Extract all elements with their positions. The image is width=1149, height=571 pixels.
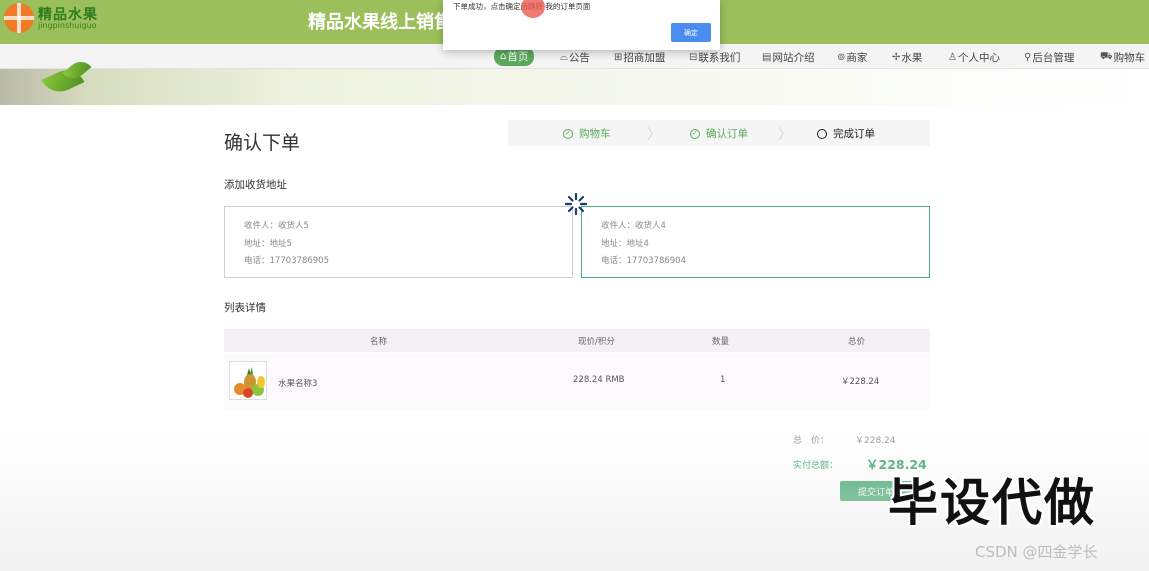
cursor-highlight	[521, 0, 545, 18]
fruit-icon: ✢	[892, 51, 901, 63]
nav-item-cart[interactable]: ⛟ 购物车	[1100, 48, 1145, 66]
product-total: ￥228.24	[841, 377, 880, 387]
orange-logo-icon	[4, 3, 34, 33]
product-quantity: 1	[720, 375, 726, 385]
shop-icon: ⊚	[837, 51, 846, 63]
address-receiver: 收件人：收货人4	[601, 221, 666, 231]
nav-item-user-center[interactable]: ♙ 个人中心	[948, 48, 1000, 66]
dialog-ok-button[interactable]: 确定	[671, 23, 711, 42]
banner-image	[0, 56, 1149, 105]
address-section-title: 添加收货地址	[224, 179, 287, 191]
nav-item-merchant[interactable]: ⊚ 商家	[837, 48, 867, 66]
link-icon: ⚲	[1024, 51, 1032, 63]
address-detail: 地址：地址5	[244, 238, 292, 249]
check-icon: ✓	[690, 128, 700, 139]
home-icon: ⌂	[500, 51, 507, 62]
chevron-right-icon: 〉	[647, 127, 661, 143]
nav-label: 公告	[568, 51, 590, 64]
nav-label: 网站介绍	[772, 51, 815, 64]
address-phone: 电话：17703786905	[244, 256, 329, 266]
address-phone: 电话：17703786904	[601, 256, 686, 266]
nav-item-franchise[interactable]: ⊞ 招商加盟	[614, 48, 665, 66]
site-logo[interactable]: 精品水果 jingpinshuiguo	[2, 2, 112, 34]
info-icon: ▤	[762, 51, 772, 63]
nav-label: 商家	[846, 51, 868, 64]
cart-icon: ⛟	[1100, 50, 1113, 62]
nav-label: 联系我们	[698, 51, 741, 64]
promo-watermark: 毕设代做	[888, 474, 1096, 532]
column-header-price: 现价/积分	[578, 337, 615, 347]
order-steps: ✓ 购物车 〉 ✓ 确认订单 〉 完成订单	[508, 120, 930, 146]
loading-spinner-icon	[565, 193, 587, 215]
column-header-total: 总价	[848, 337, 866, 347]
table-row: 水果名称3 228.24 RMB 1 ￥228.24	[224, 354, 930, 409]
credit-watermark: CSDN @四金学长	[975, 543, 1098, 561]
nav-item-admin[interactable]: ⚲ 后台管理	[1024, 48, 1074, 66]
handshake-icon: ⊞	[614, 51, 623, 63]
total-price-value: ￥228.24	[855, 436, 896, 446]
chevron-right-icon: 〉	[778, 127, 792, 143]
nav-label: 水果	[901, 51, 923, 64]
address-detail: 地址：地址4	[601, 238, 649, 249]
step-cart: ✓ 购物车	[563, 126, 611, 141]
address-card[interactable]: 收件人：收货人5 地址：地址5 电话：17703786905	[224, 206, 573, 278]
nav-item-notice[interactable]: ⌓ 公告	[560, 48, 590, 66]
nav-label: 个人中心	[957, 51, 1000, 64]
logo-subtext: jingpinshuiguo	[38, 21, 97, 30]
contact-icon: ⊟	[689, 51, 698, 63]
step-label: 完成订单	[833, 128, 875, 140]
total-price-label: 总 价：	[793, 436, 830, 446]
address-receiver: 收件人：收货人5	[244, 221, 309, 231]
step-complete-order: 完成订单	[817, 126, 875, 141]
nav-item-contact[interactable]: ⊟ 联系我们	[689, 48, 740, 66]
nav-label: 首页	[507, 51, 529, 63]
alert-dialog: 下单成功，点击确定后跳转 我的订单页面 确定	[443, 0, 720, 50]
address-card-selected[interactable]: 收件人：收货人4 地址：地址4 电话：17703786904	[581, 206, 930, 278]
table-header: 名称 现价/积分 数量 总价	[224, 329, 930, 352]
step-label: 购物车	[579, 128, 611, 140]
user-icon: ♙	[948, 51, 957, 63]
paid-total-label: 实付总额：	[793, 461, 839, 471]
page-title: 确认下单	[224, 132, 301, 154]
nav-label: 后台管理	[1032, 51, 1075, 64]
step-label: 确认订单	[706, 128, 748, 140]
site-title: 精品水果线上销售	[308, 12, 452, 33]
list-section-title: 列表详情	[224, 302, 266, 314]
product-price: 228.24 RMB	[573, 375, 625, 385]
nav-item-fruit[interactable]: ✢ 水果	[892, 48, 922, 66]
nav-label: 招商加盟	[623, 51, 666, 64]
step-confirm-order: ✓ 确认订单	[690, 126, 748, 141]
circle-icon	[817, 128, 827, 139]
product-name: 水果名称3	[278, 379, 318, 389]
column-header-quantity: 数量	[712, 337, 730, 347]
fruit-thumbnail[interactable]	[229, 361, 267, 400]
page: 精品水果 jingpinshuiguo 精品水果线上销售 ⌂ 首页 ⌓ 公告 ⊞…	[0, 0, 1149, 571]
nav-item-about[interactable]: ▤ 网站介绍	[762, 48, 814, 66]
column-header-name: 名称	[370, 337, 388, 347]
nav-label: 购物车	[1113, 51, 1146, 64]
notice-icon: ⌓	[560, 51, 568, 63]
check-icon: ✓	[563, 128, 573, 139]
